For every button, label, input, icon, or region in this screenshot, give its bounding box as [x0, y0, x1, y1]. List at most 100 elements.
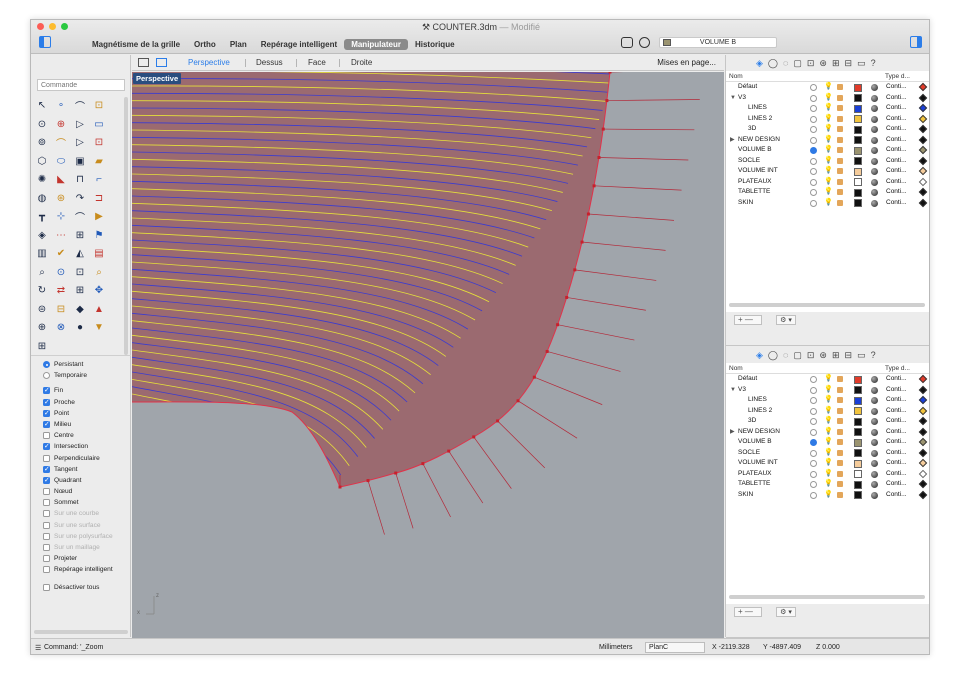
layer-row[interactable]: VOLUME INT 💡 Conti...	[726, 458, 929, 469]
lock-icon[interactable]	[837, 168, 843, 174]
osnap-disable-all[interactable]: Désactiver tous	[31, 582, 131, 593]
current-layer-radio[interactable]	[810, 386, 817, 394]
tool-icon-48[interactable]: ⊕	[34, 320, 50, 335]
current-layer-radio[interactable]	[810, 178, 817, 186]
material-icon[interactable]	[871, 199, 878, 207]
print-color-icon[interactable]	[918, 469, 928, 478]
tool-icon-21[interactable]: ⊛	[53, 191, 69, 206]
print-color-icon[interactable]	[918, 416, 928, 426]
osnap-item-2[interactable]: Point	[31, 408, 131, 419]
left-panel-scrollbar[interactable]	[34, 630, 128, 634]
lightbulb-icon[interactable]: 💡	[824, 166, 833, 177]
panel-tab-icon[interactable]: ⊛	[819, 350, 827, 361]
material-icon[interactable]	[871, 376, 878, 383]
current-layer-radio[interactable]	[810, 94, 817, 102]
layer-color-swatch[interactable]	[854, 146, 862, 155]
lightbulb-icon[interactable]: 💡	[824, 93, 833, 104]
tool-icon-36[interactable]: ⌕	[34, 265, 50, 280]
tool-icon-25[interactable]: ⊹	[53, 209, 69, 224]
print-color-icon[interactable]	[918, 166, 928, 176]
tool-icon-37[interactable]: ⊙	[53, 265, 69, 280]
linetype-label[interactable]: Conti...	[886, 416, 907, 427]
layer-panel-scrollbar[interactable]	[729, 303, 925, 307]
lightbulb-icon[interactable]: 💡	[824, 395, 833, 406]
current-layer-radio[interactable]	[810, 168, 817, 175]
tool-icon-16[interactable]: ✺	[34, 172, 50, 187]
layer-row[interactable]: LINES 2 💡 Conti...	[726, 406, 929, 417]
tool-icon-45[interactable]: ⊟	[53, 302, 69, 317]
lightbulb-icon[interactable]: 💡	[824, 114, 833, 125]
lightbulb-icon[interactable]: 💡	[824, 416, 833, 427]
layer-color-swatch[interactable]	[854, 83, 862, 92]
target-icon[interactable]	[639, 37, 650, 48]
panel-tab-icon[interactable]: ⊟	[845, 350, 853, 361]
osnap-item-8[interactable]: Quadrant	[31, 475, 131, 486]
lock-icon[interactable]	[837, 84, 843, 90]
current-layer-radio[interactable]	[810, 105, 817, 112]
tool-icon-51[interactable]: ▼	[91, 320, 107, 335]
print-color-icon[interactable]	[918, 374, 928, 384]
layer-row[interactable]: PLATEAUX 💡 Conti...	[726, 469, 929, 480]
lock-icon[interactable]	[837, 189, 843, 195]
material-icon[interactable]	[871, 449, 878, 457]
tool-icon-24[interactable]: ┳	[34, 209, 50, 224]
tool-icon-13[interactable]: ⬭	[53, 154, 69, 169]
current-layer-radio[interactable]	[810, 470, 817, 478]
tool-icon-43[interactable]: ✥	[91, 283, 107, 298]
panel-tab-icon[interactable]: ▭	[857, 58, 866, 69]
radio-button[interactable]	[43, 361, 50, 368]
radio-button[interactable]	[43, 372, 50, 380]
panel-tab-icon[interactable]: ◌	[783, 350, 788, 360]
material-icon[interactable]	[871, 491, 878, 499]
tool-icon-26[interactable]: ⌒	[72, 209, 88, 224]
tool-icon-34[interactable]: ◭	[72, 246, 88, 261]
control-point[interactable]	[565, 295, 569, 299]
layer-color-swatch[interactable]	[854, 125, 862, 134]
tool-icon-50[interactable]: ●	[72, 320, 88, 335]
viewport-label[interactable]: Perspective	[133, 73, 182, 84]
lock-icon[interactable]	[837, 460, 843, 466]
panel-tab-icon[interactable]: ⊡	[807, 350, 815, 361]
checkbox[interactable]	[43, 454, 50, 462]
units-label[interactable]: Millimeters	[599, 644, 632, 651]
tool-icon-47[interactable]: ▲	[91, 302, 107, 317]
print-color-icon[interactable]	[918, 448, 928, 457]
layer-color-swatch[interactable]	[854, 386, 862, 394]
lightbulb-icon[interactable]: 💡	[824, 156, 833, 167]
linetype-label[interactable]: Conti...	[886, 177, 907, 188]
lightbulb-icon[interactable]: 💡	[824, 145, 833, 156]
control-point[interactable]	[496, 419, 500, 423]
layer-row[interactable]: ▶ NEW DESIGN 💡 Conti...	[726, 135, 929, 146]
tool-icon-3[interactable]: ⊡	[91, 98, 107, 113]
tool-icon-2[interactable]: ⌒	[72, 98, 88, 113]
print-color-icon[interactable]	[918, 103, 928, 113]
tool-icon-27[interactable]: ▶	[91, 209, 107, 224]
linetype-label[interactable]: Conti...	[886, 437, 907, 448]
control-point[interactable]	[605, 99, 609, 103]
current-layer-radio[interactable]	[810, 126, 817, 133]
lock-icon[interactable]	[837, 418, 843, 424]
osnap-item-15[interactable]: Projeter	[31, 553, 131, 564]
print-color-icon[interactable]	[918, 145, 928, 155]
checkbox[interactable]	[43, 475, 50, 486]
tool-icon-14[interactable]: ▣	[72, 154, 88, 169]
disclosure-icon[interactable]: ▶	[730, 135, 735, 146]
layer-color-swatch[interactable]	[854, 94, 862, 102]
control-point[interactable]	[447, 449, 451, 453]
layer-color-swatch[interactable]	[854, 480, 862, 489]
lightbulb-icon[interactable]: 💡	[824, 385, 833, 396]
print-color-icon[interactable]	[918, 124, 928, 134]
material-icon[interactable]	[871, 94, 878, 102]
tool-icon-1[interactable]: ∘	[53, 98, 69, 113]
linetype-label[interactable]: Conti...	[886, 458, 907, 469]
lock-icon[interactable]	[837, 94, 843, 101]
lightbulb-icon[interactable]: 💡	[824, 406, 833, 417]
linetype-label[interactable]: Conti...	[886, 395, 907, 406]
lightbulb-icon[interactable]: 💡	[824, 458, 833, 469]
tool-icon-18[interactable]: ⊓	[72, 172, 88, 187]
osnap-mode-0[interactable]: Persistant	[31, 359, 131, 370]
material-icon[interactable]	[871, 460, 878, 467]
current-layer-radio[interactable]	[810, 439, 817, 446]
linetype-label[interactable]: Conti...	[886, 103, 907, 114]
panel-tab-icon[interactable]: ▢	[793, 350, 802, 361]
